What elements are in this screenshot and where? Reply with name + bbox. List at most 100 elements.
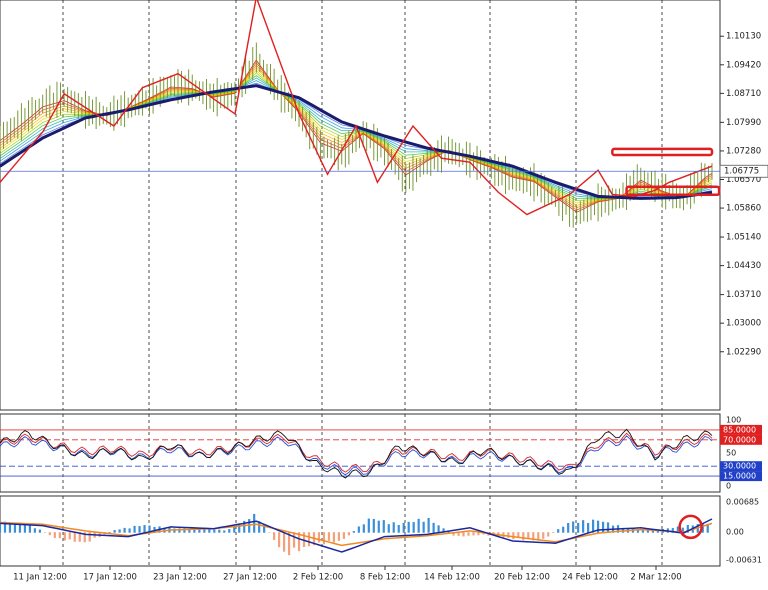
price-y-tick-label: 1.07280 [726, 146, 761, 156]
macd-histogram-bar [133, 525, 136, 533]
x-tick-label: 27 Jan 12:00 [223, 573, 277, 583]
macd-histogram-bar [228, 529, 231, 533]
macd-histogram-bar [337, 532, 341, 541]
macd-histogram-bar [0, 524, 2, 533]
macd-histogram-bar [372, 518, 375, 533]
macd-histogram-bar [577, 522, 580, 533]
macd-histogram-bar [278, 532, 281, 548]
stochastic-y-tick-label: 30.0000 [723, 462, 756, 471]
stochastic-y-tick-label: 15.0000 [723, 472, 756, 481]
x-tick-label: 2 Mar 12:00 [630, 573, 681, 583]
stochastic-y-tick-label: 85.0000 [723, 425, 756, 434]
macd-histogram-bar [567, 522, 570, 533]
stochastic-y-tick-label: 100 [726, 416, 741, 425]
macd-histogram-bar [507, 532, 510, 538]
macd-histogram-bar [347, 532, 350, 536]
price-y-tick-label: 1.03710 [726, 290, 761, 300]
price-y-tick-label: 1.08710 [726, 89, 761, 99]
macd-histogram-bar [128, 528, 131, 533]
macd-histogram-bar [198, 529, 201, 533]
macd-histogram-bar [362, 524, 365, 533]
price-y-tick-label: 1.05860 [726, 204, 761, 214]
macd-histogram-bar [512, 532, 515, 540]
macd-histogram-bar [213, 529, 216, 533]
macd-histogram-bar [462, 532, 465, 537]
chart-canvas[interactable]: 11 Jan 12:00 17 Jan 12:00 23 Jan 12:00 27 J… [0, 0, 768, 586]
macd-y-tick-label: -0.00631 [726, 555, 762, 564]
macd-histogram-bar [402, 522, 405, 533]
macd-histogram-bar [382, 520, 385, 533]
x-tick-label: 14 Feb 12:00 [424, 573, 480, 583]
macd-histogram-bar [542, 532, 545, 539]
macd-histogram-bar [118, 529, 121, 533]
macd-histogram-bar [467, 532, 470, 536]
macd-histogram-bar [268, 532, 271, 533]
macd-histogram-bar [273, 532, 276, 540]
x-tick-label: 17 Jan 12:00 [83, 573, 137, 583]
macd-histogram-bar [218, 529, 221, 533]
macd-histogram-bar [407, 521, 410, 533]
macd-histogram-bar [562, 526, 565, 533]
macd-histogram-bar [88, 532, 91, 542]
price-y-tick-label: 1.03000 [726, 319, 761, 329]
macd-histogram-bar [208, 529, 211, 533]
price-y-tick-label: 1.10130 [726, 32, 761, 42]
macd-histogram-bar [58, 532, 61, 539]
x-tick-label: 20 Feb 12:00 [494, 573, 550, 583]
macd-histogram-bar [138, 526, 141, 533]
x-tick-label: 2 Feb 12:00 [293, 573, 343, 583]
macd-histogram-bar [282, 532, 286, 552]
macd-histogram-bar [123, 527, 126, 533]
macd-histogram-bar [572, 521, 575, 533]
macd-histogram-bar [317, 532, 321, 543]
macd-histogram-bar [48, 532, 51, 536]
macd-histogram-bar [427, 517, 430, 533]
macd-histogram-bar [38, 529, 41, 533]
price-y-tick-label: 1.05140 [726, 233, 761, 243]
macd-histogram-bar [522, 532, 525, 541]
macd-histogram-bar [582, 520, 585, 533]
macd-histogram-bar [357, 526, 360, 533]
macd-histogram-bar [327, 532, 331, 541]
macd-histogram-bar [108, 531, 111, 533]
x-tick-label: 8 Feb 12:00 [360, 573, 410, 583]
macd-histogram-bar [432, 522, 435, 533]
x-tick-label: 24 Feb 12:00 [562, 573, 618, 583]
macd-histogram-bar [437, 525, 440, 533]
macd-histogram-bar [392, 522, 395, 533]
macd-histogram-bar [606, 522, 610, 533]
x-tick-label: 23 Jan 12:00 [153, 573, 207, 583]
trading-chart[interactable]: 11 Jan 12:00 17 Jan 12:00 23 Jan 12:00 27 J… [0, 0, 768, 586]
macd-histogram-bar [33, 528, 36, 533]
macd-histogram-bar [412, 522, 415, 533]
macd-histogram-bar [73, 532, 76, 542]
macd-histogram-bar [113, 530, 116, 533]
price-y-tick-label: 1.09420 [726, 60, 761, 70]
macd-histogram-bar [552, 532, 555, 533]
macd-histogram-bar [342, 532, 345, 539]
macd-histogram-bar [367, 518, 370, 533]
macd-histogram-bar [248, 519, 251, 533]
macd-histogram-bar [587, 522, 590, 533]
x-tick-label: 11 Jan 12:00 [13, 573, 67, 583]
macd-histogram-bar [143, 525, 146, 533]
macd-y-tick-label: 0.00685 [726, 498, 759, 507]
macd-histogram-bar [322, 532, 326, 545]
current-price-label: 1.06775 [724, 167, 759, 177]
macd-histogram-bar [292, 532, 296, 548]
macd-histogram-bar [417, 518, 420, 533]
stochastic-y-tick-label: 70.0000 [723, 435, 756, 444]
macd-histogram-bar [352, 531, 355, 533]
price-y-tick-label: 1.04430 [726, 261, 761, 271]
price-y-tick-label: 1.02290 [726, 347, 761, 357]
stochastic-y-tick-label: 50 [726, 449, 736, 458]
macd-histogram-bar [387, 524, 390, 533]
macd-histogram-bar [547, 532, 550, 537]
price-y-tick-label: 1.07990 [726, 118, 761, 128]
macd-histogram-bar [8, 523, 12, 533]
macd-histogram-bar [53, 532, 56, 538]
macd-histogram-bar [397, 524, 400, 533]
macd-histogram-bar [43, 532, 46, 533]
macd-histogram-bar [557, 529, 560, 533]
macd-histogram-bar [63, 532, 66, 541]
